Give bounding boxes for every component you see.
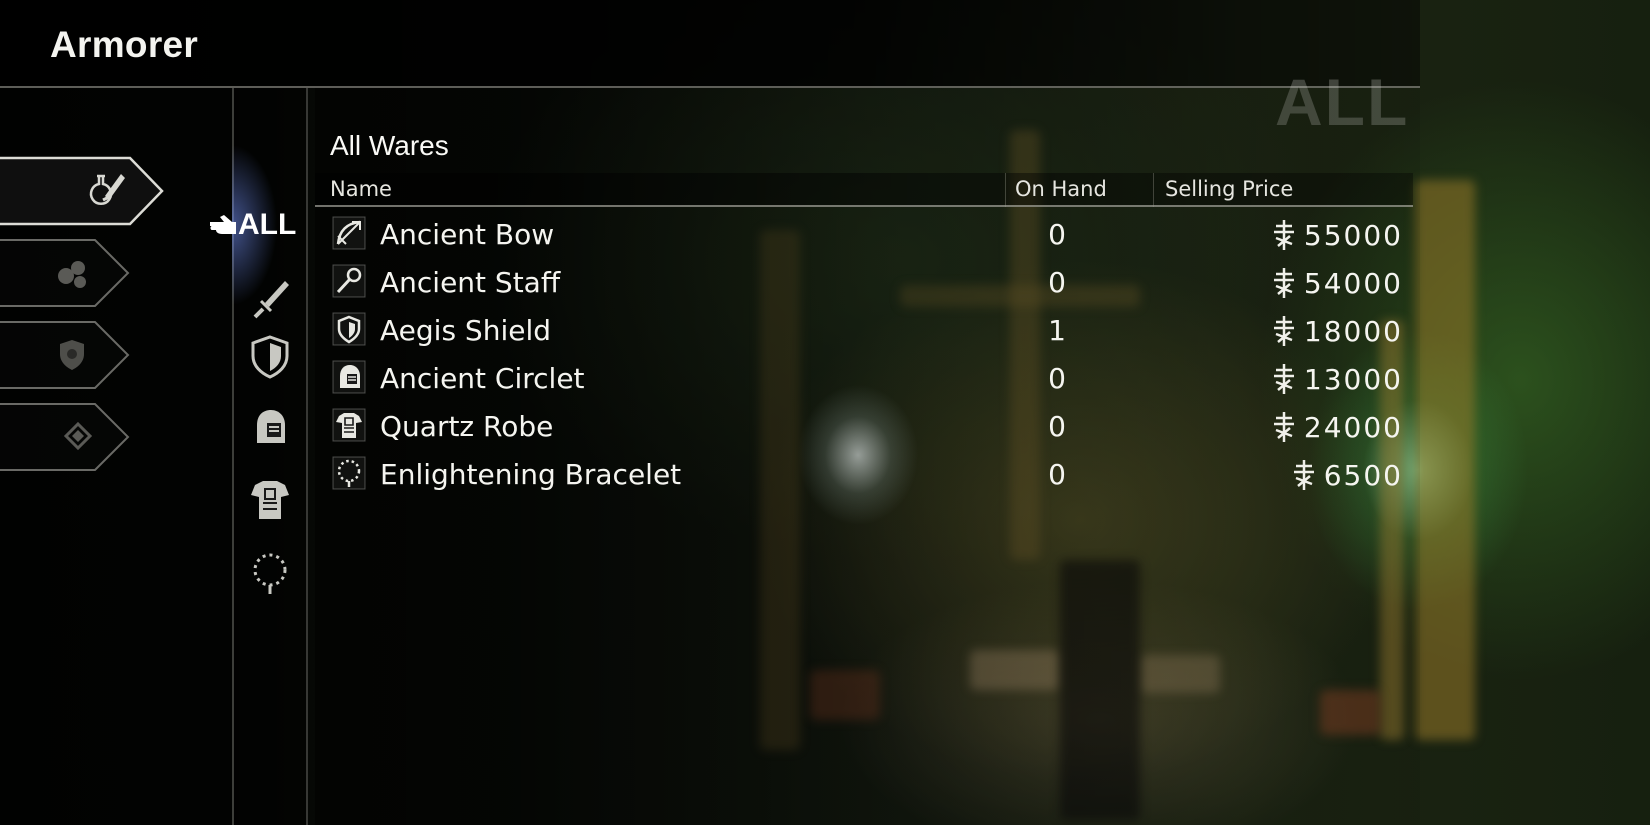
pointing-hand-icon — [210, 215, 236, 234]
list-title: All Wares — [330, 130, 449, 161]
helmet-icon — [257, 410, 285, 443]
diamond-icon — [63, 421, 93, 451]
filter-tab-armor[interactable] — [245, 475, 295, 525]
shield-icon — [332, 312, 366, 346]
ware-on-hand: 1 — [1048, 314, 1066, 347]
category-tab-equipment[interactable] — [0, 320, 165, 389]
ware-on-hand: 0 — [1048, 458, 1066, 491]
ware-price-value: 6500 — [1323, 458, 1403, 492]
ware-row-ancient-circlet[interactable]: Ancient Circlet 0 13000 — [315, 354, 1413, 402]
category-tab-ingredients[interactable] — [0, 238, 165, 307]
ware-name: Ancient Circlet — [380, 362, 585, 395]
category-tab-frame — [0, 156, 164, 226]
ware-price-value: 55000 — [1303, 218, 1403, 252]
gil-currency-icon — [1273, 316, 1294, 346]
shop-title: Armorer — [50, 24, 199, 65]
bracelet-icon — [253, 553, 287, 594]
filter-all-label: ALL — [238, 208, 297, 241]
potion-sword-icon — [89, 174, 125, 205]
ware-on-hand: 0 — [1048, 266, 1066, 299]
category-tab-key-items[interactable] — [0, 402, 165, 471]
ware-price-value: 54000 — [1303, 266, 1403, 300]
ware-row-aegis-shield[interactable]: Aegis Shield 1 18000 — [315, 306, 1413, 354]
ingredients-icon — [58, 261, 86, 288]
ware-row-quartz-robe[interactable]: Quartz Robe 0 24000 — [315, 402, 1413, 450]
ware-row-ancient-staff[interactable]: Ancient Staff 0 54000 — [315, 258, 1413, 306]
ware-price: 6500 — [1292, 458, 1403, 492]
category-panel — [0, 88, 232, 825]
ware-row-ancient-bow[interactable]: Ancient Bow 0 55000 — [315, 210, 1413, 258]
sword-icon — [253, 281, 289, 319]
robe-icon — [332, 408, 366, 442]
column-selling-price: Selling Price — [1165, 177, 1294, 201]
shield-gear-icon — [60, 340, 84, 370]
ware-name: Ancient Staff — [380, 266, 561, 299]
ware-name: Ancient Bow — [380, 218, 555, 251]
ware-price: 24000 — [1272, 410, 1403, 444]
wares-list-panel: All Wares Name On Hand Selling Price Anc… — [315, 88, 1420, 825]
helmet-icon — [332, 360, 366, 394]
column-on-hand: On Hand — [1015, 177, 1107, 201]
gil-currency-icon — [1273, 364, 1294, 394]
bracelet-icon — [332, 456, 366, 490]
ware-price: 55000 — [1272, 218, 1403, 252]
shield-icon — [251, 335, 289, 379]
ware-price: 54000 — [1272, 266, 1403, 300]
shop-header: Armorer — [0, 0, 1420, 88]
staff-icon — [332, 264, 366, 298]
ware-row-enlightening-bracelet[interactable]: Enlightening Bracelet 0 6500 — [315, 450, 1413, 498]
robe-icon — [251, 481, 289, 519]
gil-currency-icon — [1273, 268, 1294, 298]
filter-tab-all[interactable]: ALL — [208, 205, 296, 245]
ware-price: 18000 — [1272, 314, 1403, 348]
ware-on-hand: 0 — [1048, 362, 1066, 395]
ware-price: 13000 — [1272, 362, 1403, 396]
column-name: Name — [330, 177, 392, 201]
filter-tab-shields[interactable] — [245, 332, 295, 382]
filter-tab-helmets[interactable] — [245, 403, 295, 453]
ware-name: Quartz Robe — [380, 410, 554, 443]
gil-currency-icon — [1273, 220, 1294, 250]
category-tab-consumables[interactable] — [0, 156, 165, 226]
ware-on-hand: 0 — [1048, 218, 1066, 251]
gil-currency-icon — [1293, 460, 1314, 490]
bow-icon — [332, 216, 366, 250]
filter-tab-weapons[interactable] — [245, 273, 295, 323]
ware-price-value: 18000 — [1303, 314, 1403, 348]
ware-on-hand: 0 — [1048, 410, 1066, 443]
ware-price-value: 24000 — [1303, 410, 1403, 444]
gil-currency-icon — [1273, 412, 1294, 442]
ware-name: Aegis Shield — [380, 314, 552, 347]
ware-name: Enlightening Bracelet — [380, 458, 682, 491]
column-header: Name On Hand Selling Price — [315, 173, 1413, 207]
filter-tab-accessories[interactable] — [245, 548, 295, 598]
ware-price-value: 13000 — [1303, 362, 1403, 396]
